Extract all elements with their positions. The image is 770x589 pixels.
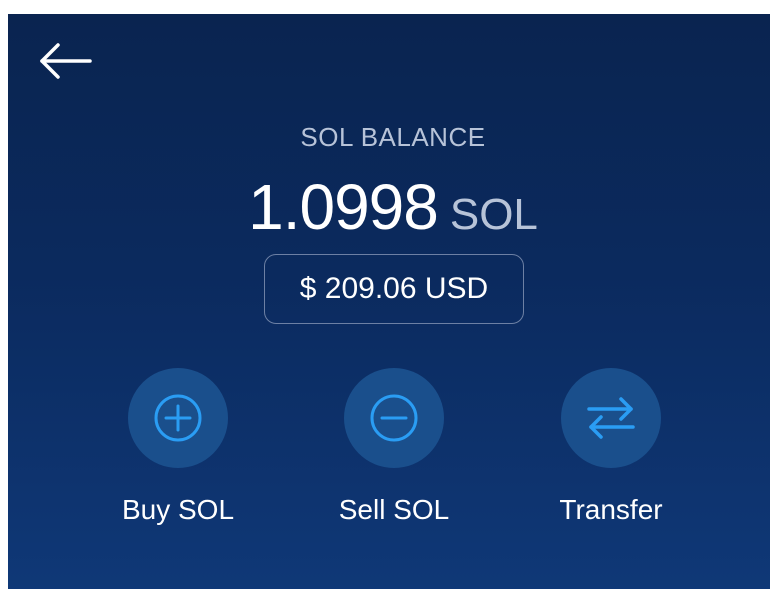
- sell-sol-label: Sell SOL: [338, 494, 450, 525]
- wallet-balance-screen: SOL BALANCE 1.0998 SOL $ 209.06 USD Buy S…: [8, 14, 770, 589]
- transfer-label: Transfer: [559, 494, 663, 525]
- buy-sol-label: Buy SOL: [121, 494, 235, 525]
- balance-unit: SOL: [449, 190, 538, 239]
- balance-display: 1.0998 SOL: [8, 170, 770, 244]
- transfer-arrows-icon: [587, 397, 635, 439]
- buy-sol-button[interactable]: Buy SOL: [78, 368, 278, 526]
- transfer-circle[interactable]: [561, 368, 661, 468]
- sell-sol-button[interactable]: Sell SOL: [294, 368, 494, 526]
- balance-amount: 1.0998: [248, 171, 439, 243]
- usd-value-badge: $ 209.06 USD: [264, 254, 524, 324]
- transfer-button[interactable]: Transfer: [511, 368, 711, 526]
- minus-circle-icon: [370, 394, 418, 442]
- plus-circle-icon: [154, 394, 202, 442]
- back-button[interactable]: [36, 38, 96, 84]
- arrow-left-icon: [40, 43, 92, 79]
- sell-sol-circle[interactable]: [344, 368, 444, 468]
- buy-sol-circle[interactable]: [128, 368, 228, 468]
- balance-label: SOL BALANCE: [300, 122, 486, 152]
- usd-value: $ 209.06 USD: [299, 272, 489, 305]
